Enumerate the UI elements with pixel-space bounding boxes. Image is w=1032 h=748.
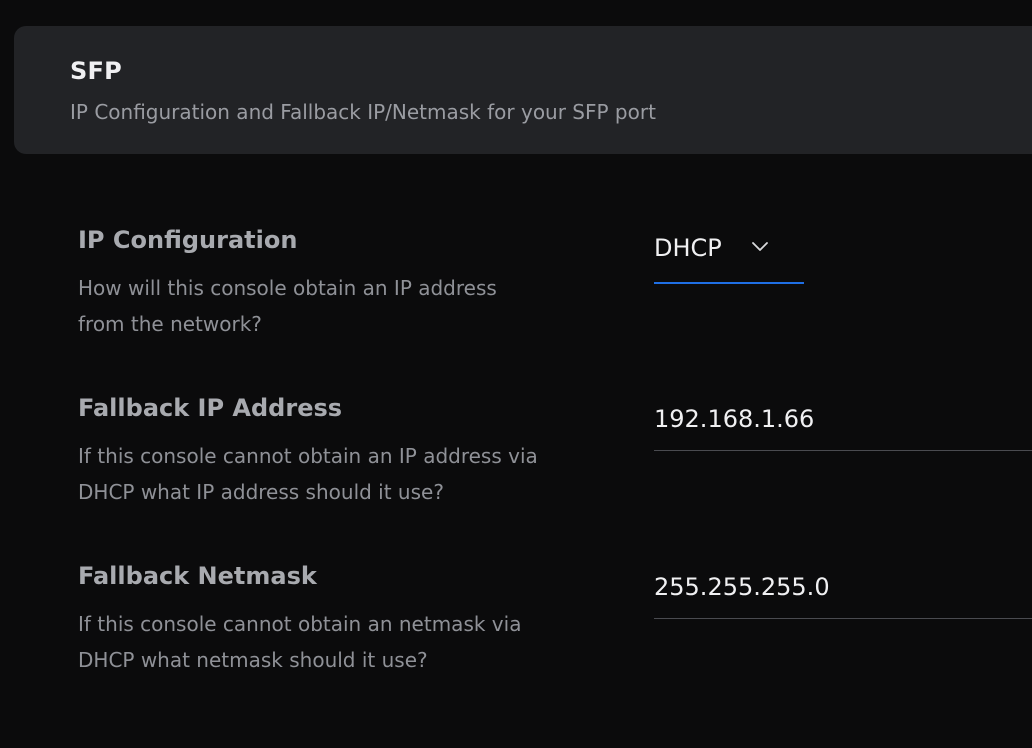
fallback-netmask-field-wrapper [654, 562, 1032, 619]
section-title: SFP [70, 57, 122, 85]
ip-configuration-description: How will this console obtain an IP addre… [78, 276, 497, 336]
fallback-ip-input[interactable] [654, 394, 1024, 444]
fallback-netmask-label: Fallback Netmask [78, 562, 317, 590]
fallback-ip-description: If this console cannot obtain an IP addr… [78, 444, 538, 504]
ip-configuration-selected-value: DHCP [654, 234, 722, 262]
section-subtitle: IP Configuration and Fallback IP/Netmask… [70, 100, 656, 124]
fallback-ip-label: Fallback IP Address [78, 394, 343, 422]
ip-configuration-label: IP Configuration [78, 226, 298, 254]
ip-configuration-select[interactable]: DHCP [654, 226, 804, 284]
sfp-section-header: SFP IP Configuration and Fallback IP/Net… [14, 26, 1032, 154]
fallback-ip-field-wrapper [654, 394, 1032, 451]
chevron-down-icon [750, 236, 770, 256]
fallback-netmask-input[interactable] [654, 562, 1024, 612]
fallback-netmask-description: If this console cannot obtain an netmask… [78, 612, 522, 672]
